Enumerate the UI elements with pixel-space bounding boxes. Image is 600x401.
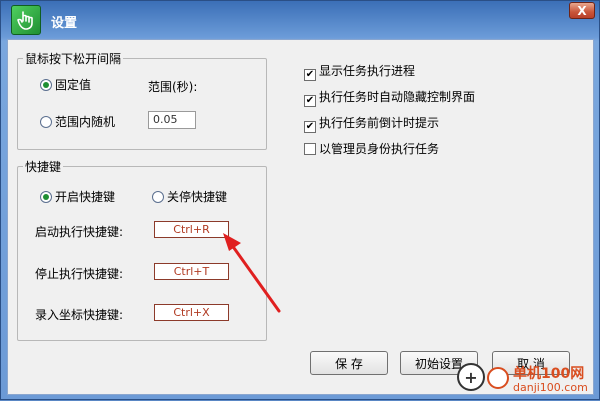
annotation-arrow-icon [223,233,281,313]
site-watermark: + 单机100网 danji100.com [457,359,597,397]
watermark-text: 单机100网 [513,366,585,382]
ring-logo-icon [487,367,509,389]
plus-logo-icon: + [457,363,485,391]
settings-window: 设置 X 鼠标按下松开间隔 固定值 范围(秒): 范围内随机 0.05 快捷键 … [0,0,600,400]
watermark-sub: danji100.com [513,381,588,394]
